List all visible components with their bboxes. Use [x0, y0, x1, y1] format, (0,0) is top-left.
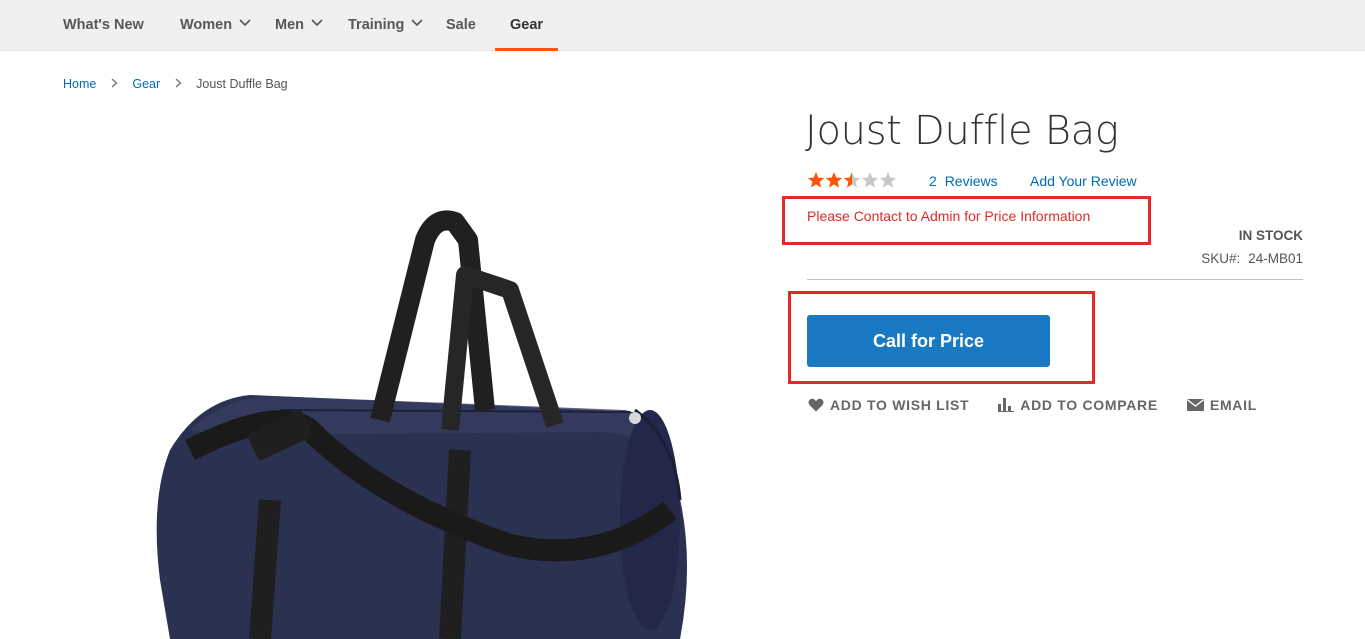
reviews-link[interactable]: 2 Reviews [929, 173, 998, 189]
breadcrumb-current: Joust Duffle Bag [196, 76, 288, 91]
email-link[interactable]: EMAIL [1186, 397, 1257, 413]
nav-item-training[interactable]: Training [348, 0, 423, 51]
heart-icon [808, 398, 824, 412]
nav-item-label: Sale [446, 17, 476, 33]
rating-stars [807, 171, 897, 191]
chevron-down-icon [411, 0, 423, 48]
duffle-bag-photo [156, 210, 688, 639]
sku: SKU#: 24-MB01 [1201, 251, 1303, 266]
breadcrumb-separator [111, 76, 118, 91]
stock-status: IN STOCK [1238, 228, 1303, 243]
main-navigation: What's New Women Men Training Sale Gear [0, 0, 1365, 51]
price-message: Please Contact to Admin for Price Inform… [807, 208, 1091, 224]
reviews-count: 2 [929, 173, 937, 189]
breadcrumb-separator [175, 76, 182, 91]
star-empty-icon [879, 172, 897, 188]
bar-chart-icon [998, 398, 1015, 412]
nav-item-men[interactable]: Men [275, 0, 323, 51]
add-review-link[interactable]: Add Your Review [1030, 173, 1137, 189]
star-filled-icon [825, 172, 843, 188]
divider [807, 279, 1303, 280]
breadcrumb-home-link[interactable]: Home [63, 77, 96, 91]
nav-item-gear[interactable]: Gear [494, 0, 559, 51]
product-title: Joust Duffle Bag [805, 108, 1119, 154]
nav-item-label: What's New [63, 17, 144, 33]
email-label: EMAIL [1209, 397, 1257, 413]
chevron-down-icon [239, 0, 251, 48]
envelope-icon [1186, 399, 1204, 411]
add-to-wishlist-label: ADD TO WISH LIST [830, 397, 970, 413]
sku-label: SKU#: [1201, 251, 1241, 266]
product-image[interactable] [130, 200, 700, 639]
nav-item-label: Women [180, 17, 233, 33]
nav-item-label: Gear [510, 17, 544, 33]
nav-item-whats-new[interactable]: What's New [63, 0, 144, 51]
breadcrumb: Home Gear Joust Duffle Bag [63, 76, 288, 91]
sku-value: 24-MB01 [1248, 251, 1303, 266]
nav-item-label: Training [348, 17, 405, 33]
product-actions: ADD TO WISH LIST ADD TO COMPARE EMAIL [808, 397, 1286, 413]
breadcrumb-gear-link[interactable]: Gear [132, 77, 160, 91]
add-to-compare-link[interactable]: ADD TO COMPARE [998, 397, 1158, 413]
add-to-compare-label: ADD TO COMPARE [1020, 397, 1158, 413]
nav-item-sale[interactable]: Sale [446, 0, 476, 51]
chevron-down-icon [311, 0, 323, 48]
nav-item-label: Men [275, 17, 304, 33]
call-for-price-button[interactable]: Call for Price [807, 315, 1050, 367]
add-to-wishlist-link[interactable]: ADD TO WISH LIST [808, 397, 969, 413]
star-empty-icon [861, 172, 879, 188]
reviews-label: Reviews [944, 173, 998, 189]
nav-item-women[interactable]: Women [180, 0, 251, 51]
star-half-icon [843, 172, 861, 188]
star-filled-icon [807, 172, 825, 188]
